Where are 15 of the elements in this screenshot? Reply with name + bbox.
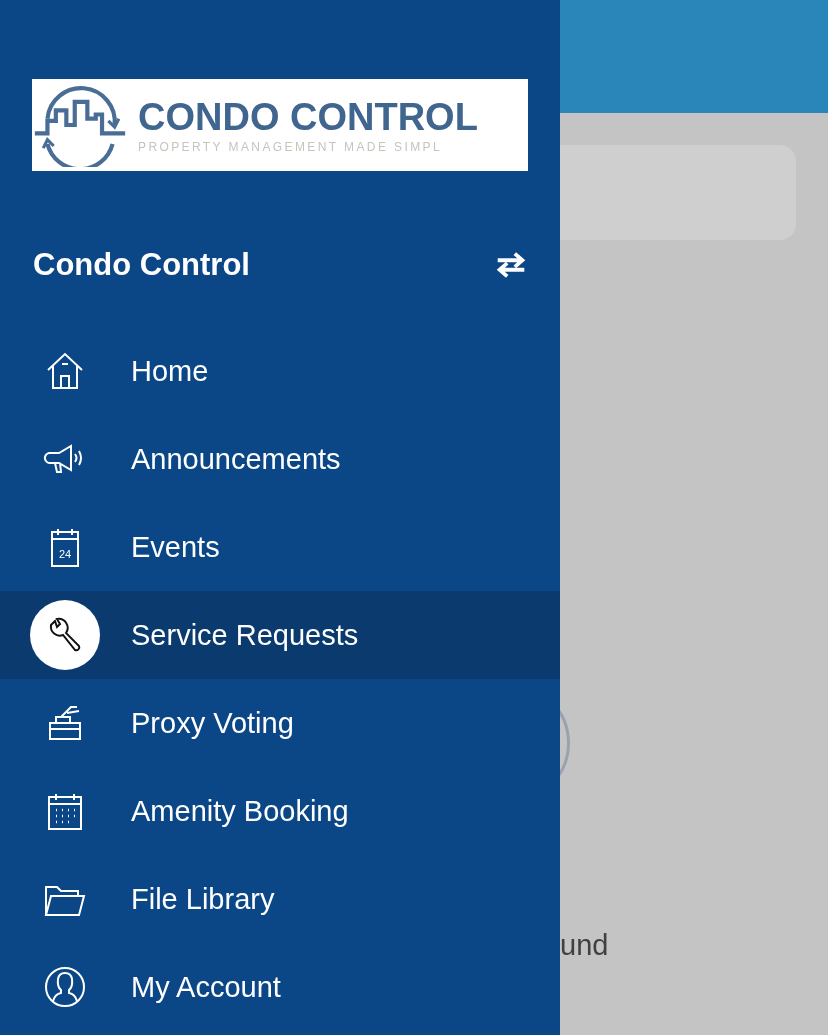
menu-item[interactable]: Service Requests [0,591,560,679]
account-name: Condo Control [33,247,250,283]
search-field[interactable] [560,145,796,240]
menu-item[interactable]: Proxy Voting [0,679,560,767]
logo-title: CONDO CONTROL [138,96,478,138]
menu-item[interactable]: File Library [0,855,560,943]
menu-item[interactable]: Home [0,327,560,415]
menu-item[interactable]: My Account [0,943,560,1031]
menu-item[interactable]: Amenity Booking [0,767,560,855]
menu-item[interactable]: 24 Events [0,503,560,591]
user-icon [43,965,87,1009]
logo-tagline: PROPERTY MANAGEMENT MADE SIMPL [138,140,444,154]
empty-state-text: und [560,929,609,962]
city-skyline-icon [32,83,128,167]
menu-item[interactable]: Announcements [0,415,560,503]
